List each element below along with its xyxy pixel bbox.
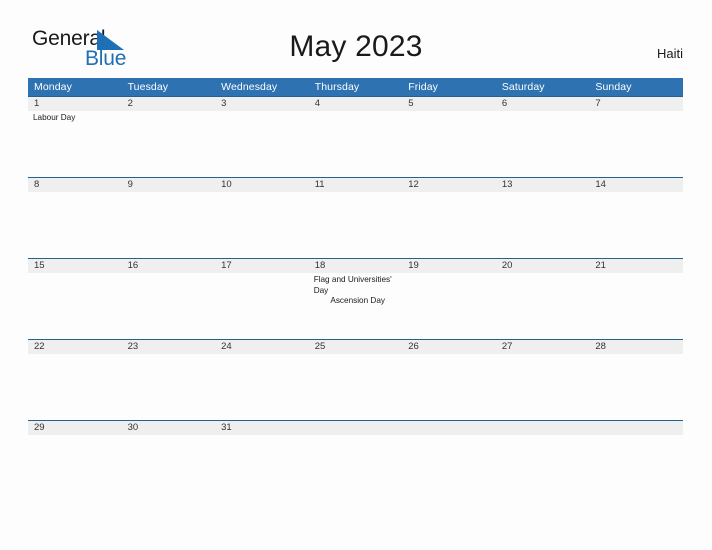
day-number: 13 <box>501 179 513 190</box>
day-number: 22 <box>34 341 45 352</box>
day-number: 6 <box>501 98 508 109</box>
day-number: 5 <box>408 98 414 109</box>
page-header: General Blue May 2023 Haiti <box>0 0 712 78</box>
day-cell-empty <box>309 420 403 501</box>
day-cell[interactable]: 11 <box>309 177 403 258</box>
day-cell[interactable]: 4 <box>309 96 403 177</box>
day-cell[interactable]: 22 <box>28 339 122 420</box>
day-cell[interactable]: 3 <box>215 96 309 177</box>
day-number: 17 <box>221 260 232 271</box>
weekday-header-tuesday: Tuesday <box>127 81 169 93</box>
day-cell[interactable]: 5 <box>402 96 496 177</box>
day-cell[interactable]: 24 <box>215 339 309 420</box>
week-row: 22 23 24 25 26 27 28 <box>28 339 683 420</box>
day-cell[interactable]: 10 <box>215 177 309 258</box>
weekday-header-row: Monday Tuesday Wednesday Thursday Friday Satu… <box>28 78 683 96</box>
day-number: 24 <box>221 341 232 352</box>
day-number: 19 <box>408 260 419 271</box>
day-number: 10 <box>221 179 232 190</box>
weekday-header-monday: Monday <box>34 81 72 93</box>
day-cell[interactable]: 13 <box>496 177 590 258</box>
day-cell[interactable]: 25 <box>309 339 403 420</box>
day-cell[interactable]: 28 <box>589 339 683 420</box>
week-row: 8 9 10 11 12 13 14 <box>28 177 683 258</box>
day-cell[interactable]: 1 Labour Day <box>28 96 122 177</box>
week-row: 15 16 17 18 Flag and Universities' Day Ascens… <box>28 258 683 339</box>
day-events: Labour Day <box>33 113 121 124</box>
weekday-header-saturday: Saturday <box>501 81 545 93</box>
page-title: May 2023 <box>289 30 423 63</box>
country-label: Haiti <box>656 46 683 61</box>
event-label: Flag and Universities' Day <box>313 275 392 295</box>
day-number: 9 <box>127 179 133 190</box>
day-number: 25 <box>314 341 326 352</box>
day-cell[interactable]: 30 <box>122 420 216 501</box>
weekday-header-friday: Friday <box>408 81 439 93</box>
day-number: 27 <box>501 341 513 352</box>
day-number: 14 <box>595 179 606 190</box>
day-number: 16 <box>127 260 139 271</box>
week-cells: 1 Labour Day 2 3 4 5 6 7 <box>28 96 683 177</box>
day-cell[interactable]: 12 <box>402 177 496 258</box>
event-label: Labour Day <box>33 113 76 122</box>
day-number: 12 <box>408 179 419 190</box>
day-number: 15 <box>34 260 45 271</box>
day-number: 28 <box>595 341 606 352</box>
day-number: 26 <box>408 341 419 352</box>
day-cell[interactable]: 8 <box>28 177 122 258</box>
day-cell[interactable]: 23 <box>122 339 216 420</box>
day-cell[interactable]: 7 <box>589 96 683 177</box>
day-number: 29 <box>34 422 45 433</box>
week-cells: 22 23 24 25 26 27 28 <box>28 339 683 420</box>
day-events: Flag and Universities' Day Ascension Day <box>314 275 402 307</box>
weekday-header-wednesday: Wednesday <box>221 81 278 93</box>
day-number: 11 <box>314 179 325 190</box>
day-cell-empty <box>496 420 590 501</box>
day-number: 20 <box>501 260 513 271</box>
calendar-grid: Monday Tuesday Wednesday Thursday Friday Satu… <box>28 78 683 501</box>
week-row: 1 Labour Day 2 3 4 5 6 7 <box>28 96 683 177</box>
day-number: 18 <box>314 260 326 271</box>
week-cells: 8 9 10 11 12 13 14 <box>28 177 683 258</box>
day-number: 7 <box>595 98 601 109</box>
day-cell[interactable]: 26 <box>402 339 496 420</box>
weeks-container: 1 Labour Day 2 3 4 5 6 7 8 9 10 11 12 13 14 15 16 17 18 Fla… <box>28 96 683 501</box>
day-number: 4 <box>314 98 320 109</box>
day-cell[interactable]: 20 <box>496 258 590 339</box>
day-number: 31 <box>221 422 232 433</box>
day-cell[interactable]: 18 Flag and Universities' Day Ascension Da… <box>309 258 403 339</box>
day-number: 30 <box>127 422 139 433</box>
day-number: 3 <box>221 98 227 109</box>
day-cell-empty <box>402 420 496 501</box>
day-cell[interactable]: 29 <box>28 420 122 501</box>
day-cell[interactable]: 2 <box>122 96 216 177</box>
week-cells: 15 16 17 18 Flag and Universities' Day Ascens… <box>28 258 683 339</box>
event-label: Ascension Day <box>330 296 385 306</box>
day-cell[interactable]: 31 <box>215 420 309 501</box>
week-row: 29 30 31 <box>28 420 683 501</box>
day-cell[interactable]: 15 <box>28 258 122 339</box>
day-number: 1 <box>34 98 40 109</box>
day-cell[interactable]: 27 <box>496 339 590 420</box>
week-cells: 29 30 31 <box>28 420 683 501</box>
day-number: 23 <box>127 341 139 352</box>
day-cell[interactable]: 17 <box>215 258 309 339</box>
weekday-header-sunday: Sunday <box>595 81 632 93</box>
day-cell[interactable]: 16 <box>122 258 216 339</box>
day-cell-empty <box>589 420 683 501</box>
day-cell[interactable]: 9 <box>122 177 216 258</box>
day-cell[interactable]: 14 <box>589 177 683 258</box>
day-cell[interactable]: 21 <box>589 258 683 339</box>
day-cell[interactable]: 19 <box>402 258 496 339</box>
day-number: 21 <box>595 260 606 271</box>
weekday-header-thursday: Thursday <box>314 81 360 93</box>
day-number: 8 <box>34 179 40 190</box>
day-number: 2 <box>127 98 133 109</box>
day-cell[interactable]: 6 <box>496 96 590 177</box>
